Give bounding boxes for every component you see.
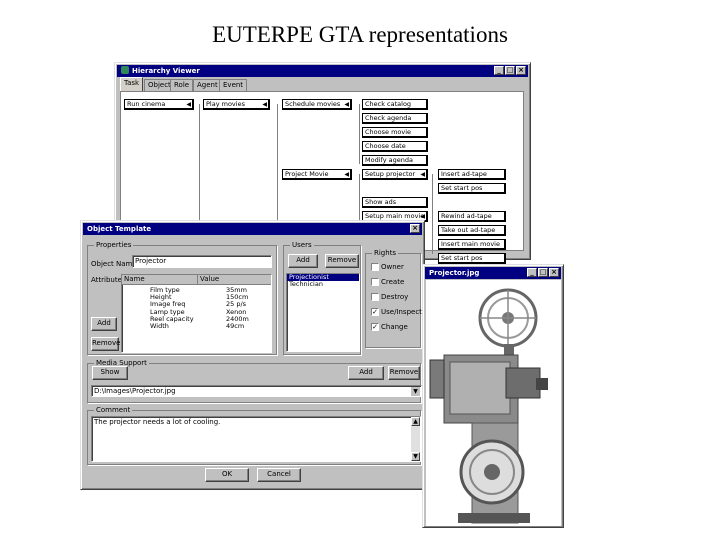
add-attribute-button[interactable]: Add	[91, 317, 117, 331]
tab-agent[interactable]: Agent	[193, 79, 222, 91]
projector-image-title: Projector.jpg	[429, 269, 480, 277]
object-template-window: Object Template × Properties Object Name…	[80, 220, 425, 490]
right-label: Owner	[381, 263, 404, 271]
slide-title: EUTERPE GTA representations	[212, 22, 508, 47]
right-checkbox[interactable]: ✓	[371, 323, 379, 331]
task-node[interactable]: Insert main movie	[438, 239, 506, 250]
object-name-field[interactable]: Projector	[132, 255, 272, 268]
dropdown-icon[interactable]: ▼	[411, 387, 420, 396]
attributes-table[interactable]: Name Value Film type 35mm Height 150cm Image…	[121, 274, 272, 353]
close-button[interactable]: ×	[549, 268, 559, 277]
attributes-header: Name Value	[122, 275, 271, 285]
users-list[interactable]: Projectionist Technician	[286, 273, 360, 352]
tab-event[interactable]: Event	[219, 79, 248, 91]
minimize-button[interactable]: _	[527, 268, 537, 277]
projector-photo	[429, 288, 548, 524]
comment-textarea[interactable]: The projector needs a lot of cooling. ▲ …	[91, 416, 421, 462]
add-media-button[interactable]: Add	[348, 366, 384, 380]
right-checkbox[interactable]	[371, 293, 379, 301]
media-path-select[interactable]: D:\Images\Projector.jpg ▼	[91, 385, 422, 397]
object-name-label: Object Name	[91, 260, 137, 268]
task-node[interactable]: Check agenda	[362, 113, 428, 124]
cancel-button[interactable]: Cancel	[257, 468, 301, 482]
minimize-button[interactable]: _	[494, 66, 504, 75]
users-label: Users	[290, 241, 314, 249]
right-label: Use/Inspect	[381, 308, 422, 316]
task-node[interactable]: Rewind ad-tape	[438, 211, 506, 222]
task-node[interactable]: Setup projector ◀	[362, 169, 428, 180]
task-node[interactable]: Project Movie ◀	[282, 169, 352, 180]
right-label: Create	[381, 278, 405, 286]
task-node[interactable]: Schedule movies ◀	[282, 99, 352, 110]
attribute-value: 49cm	[226, 321, 245, 330]
projector-image-window: Projector.jpg _ □ ×	[422, 264, 564, 528]
right-checkbox[interactable]	[371, 278, 379, 286]
projector-image-titlebar[interactable]: Projector.jpg _ □ ×	[425, 267, 561, 279]
tab-task[interactable]: Task	[120, 77, 144, 91]
properties-label: Properties	[94, 241, 134, 249]
media-path-value: D:\Images\Projector.jpg	[94, 387, 176, 395]
task-node[interactable]: Set start pos	[438, 183, 506, 194]
task-node[interactable]: Check catalog	[362, 99, 428, 110]
ok-button[interactable]: OK	[205, 468, 249, 482]
add-user-button[interactable]: Add	[288, 254, 318, 268]
task-node[interactable]: Run cinema ◀	[124, 99, 194, 110]
scroll-down-icon[interactable]: ▼	[411, 452, 420, 461]
attribute-row[interactable]: Reel capacity 2400m	[122, 315, 271, 323]
comment-text: The projector needs a lot of cooling.	[94, 418, 221, 426]
task-node[interactable]: Modify agenda	[362, 155, 428, 166]
hierarchy-viewer-titlebar[interactable]: Hierarchy Viewer _ □ ×	[117, 65, 528, 77]
close-button[interactable]: ×	[410, 224, 420, 233]
right-label: Destroy	[381, 293, 409, 301]
attribute-row[interactable]: Image freq 25 p/s	[122, 301, 271, 308]
task-node[interactable]: Insert ad-tape	[438, 169, 506, 180]
show-media-button[interactable]: Show	[92, 366, 128, 380]
attribute-row[interactable]: Width 49cm	[122, 321, 271, 330]
rights-label: Rights	[372, 249, 399, 257]
col-name-header[interactable]: Name	[122, 275, 198, 284]
remove-media-button[interactable]: Remove	[388, 366, 420, 380]
maximize-button[interactable]: □	[505, 66, 515, 75]
tab-role[interactable]: Role	[170, 79, 194, 91]
right-label: Change	[381, 323, 408, 331]
right-checkbox[interactable]: ✓	[371, 308, 379, 316]
tree-icon	[121, 66, 129, 74]
hierarchy-viewer-title: Hierarchy Viewer	[132, 67, 200, 75]
maximize-button[interactable]: □	[538, 268, 548, 277]
attribute-row[interactable]: Height 150cm	[122, 293, 271, 301]
object-template-title: Object Template	[87, 225, 152, 233]
tree-connector	[432, 174, 433, 254]
user-item[interactable]: Technician	[287, 280, 359, 288]
right-checkbox[interactable]	[371, 263, 379, 271]
task-node[interactable]: Play movies ◀	[203, 99, 270, 110]
col-value-header[interactable]: Value	[198, 275, 271, 284]
task-node[interactable]: Take out ad-tape	[438, 225, 506, 236]
task-node[interactable]: Set start pos	[438, 253, 506, 264]
object-template-titlebar[interactable]: Object Template ×	[83, 223, 422, 235]
scroll-up-icon[interactable]: ▲	[411, 417, 420, 426]
projector-image	[426, 280, 561, 526]
remove-user-button[interactable]: Remove	[325, 254, 359, 268]
close-button[interactable]: ×	[516, 66, 526, 75]
tree-connector	[359, 104, 360, 164]
task-node[interactable]: Show ads	[362, 197, 428, 208]
remove-attribute-button[interactable]: Remove	[91, 337, 120, 351]
task-node[interactable]: Choose date	[362, 141, 428, 152]
comment-label: Comment	[94, 406, 133, 414]
attribute-row[interactable]: Film type 35mm	[122, 286, 271, 294]
attribute-name: Width	[150, 321, 169, 330]
task-node[interactable]: Choose movie	[362, 127, 428, 138]
